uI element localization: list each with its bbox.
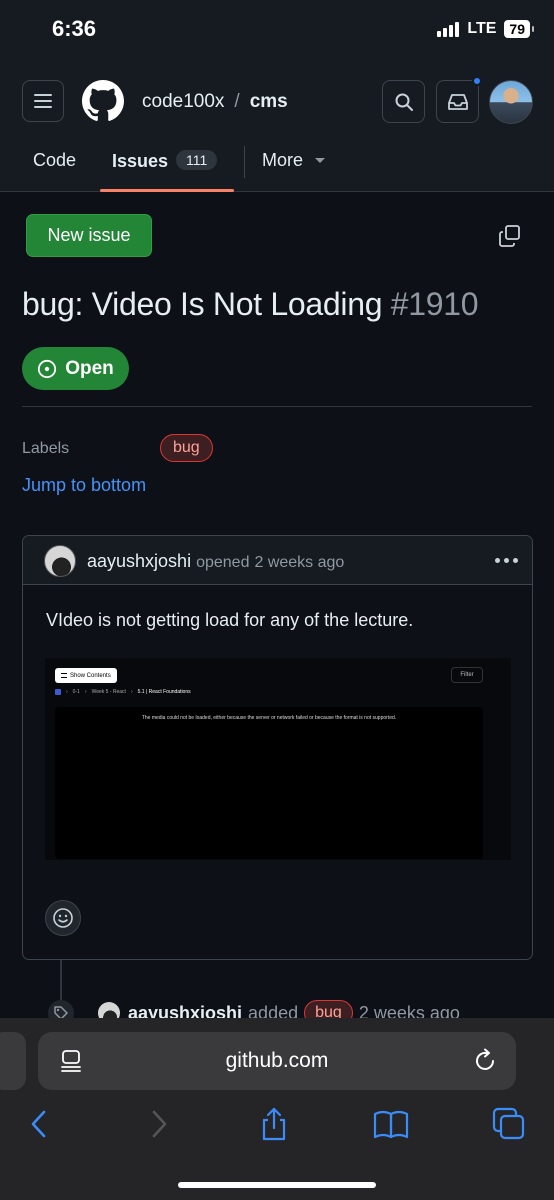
- search-button[interactable]: [382, 80, 425, 123]
- reload-icon[interactable]: [474, 1048, 498, 1074]
- chevron-down-icon: [315, 158, 326, 163]
- comment-timestamp[interactable]: 2 weeks ago: [254, 554, 344, 571]
- section-divider: [22, 406, 532, 407]
- screenshot-show-contents-button: Show Contents: [55, 668, 117, 683]
- tab-divider: [244, 146, 245, 178]
- issues-count-badge: 111: [176, 150, 218, 170]
- issue-open-icon: [38, 359, 57, 378]
- tab-code[interactable]: Code: [33, 150, 76, 171]
- comment-author-line: aayushxjoshi opened 2 weeks ago: [87, 551, 344, 572]
- repo-tabs: Code Issues 111 More: [0, 140, 554, 192]
- jump-to-bottom-link[interactable]: Jump to bottom: [22, 475, 146, 496]
- comment-action: opened: [196, 554, 250, 571]
- forward-icon[interactable]: [140, 1106, 176, 1142]
- add-reaction-button[interactable]: [45, 900, 81, 936]
- issue-page: New issue bug: Video Is Not Loading #191…: [0, 192, 554, 1026]
- tab-issues-label: Issues: [112, 151, 169, 171]
- path-separator: /: [234, 91, 240, 112]
- status-time: 6:36: [52, 16, 97, 41]
- tab-more-label: More: [262, 150, 304, 170]
- screenshot-crumb-1: 0-1: [72, 689, 80, 695]
- inbox-icon: [447, 93, 468, 110]
- smiley-icon: [53, 908, 73, 928]
- screenshot-crumb-2: Week 5 - React: [91, 689, 126, 695]
- attached-screenshot[interactable]: Show Contents Filter › 0-1 › Week 5 - Re…: [45, 658, 511, 860]
- home-icon: [55, 689, 61, 695]
- comment-body-text: VIdeo is not getting load for any of the…: [46, 610, 414, 630]
- repo-header: code100x / cms Code Issues 111 More: [0, 58, 554, 192]
- new-issue-button[interactable]: New issue: [26, 214, 152, 257]
- screenshot-video-player: The media could not be loaded, either be…: [55, 707, 483, 859]
- share-icon[interactable]: [256, 1106, 292, 1142]
- address-bar[interactable]: github.com: [38, 1032, 516, 1090]
- issue-state-label: Open: [65, 357, 114, 379]
- screenshot-breadcrumb: › 0-1 › Week 5 - React › 5.1 | React Fou…: [55, 689, 191, 695]
- browser-chrome: github.com: [0, 1018, 554, 1200]
- issue-number: #1910: [390, 286, 479, 322]
- repo-path: code100x / cms: [142, 91, 288, 113]
- issue-comment: aayushxjoshi opened 2 weeks ago VIdeo is…: [22, 535, 533, 960]
- issue-title: bug: Video Is Not Loading #1910: [22, 286, 479, 323]
- menu-icon: [61, 673, 67, 678]
- screenshot-show-contents-label: Show Contents: [70, 672, 111, 679]
- issue-state-badge: Open: [22, 347, 129, 390]
- battery-icon: 79: [504, 20, 534, 38]
- screenshot-filter-button: Filter: [451, 667, 483, 683]
- home-indicator[interactable]: [178, 1182, 376, 1188]
- hamburger-menu-button[interactable]: [22, 80, 64, 122]
- browser-toolbar: [0, 1106, 554, 1150]
- comment-header: aayushxjoshi opened 2 weeks ago: [23, 536, 532, 585]
- github-logo-icon[interactable]: [82, 80, 124, 122]
- tabs-icon[interactable]: [491, 1106, 527, 1142]
- copy-icon[interactable]: [498, 224, 522, 248]
- tab-more[interactable]: More: [262, 150, 326, 171]
- issue-title-text: bug: Video Is Not Loading: [22, 286, 383, 322]
- tab-issues[interactable]: Issues 111: [112, 150, 218, 172]
- user-avatar[interactable]: [489, 80, 533, 124]
- label-bug[interactable]: bug: [160, 434, 213, 462]
- screenshot-crumb-3: 5.1 | React Foundations: [137, 689, 191, 695]
- url-text: github.com: [225, 1049, 329, 1072]
- repo-owner-link[interactable]: code100x: [142, 91, 224, 112]
- labels-heading: Labels: [22, 440, 70, 457]
- status-indicators: LTE 79: [437, 20, 534, 38]
- search-icon: [395, 93, 413, 111]
- bookmarks-icon[interactable]: [373, 1106, 409, 1142]
- unread-notification-dot: [472, 76, 482, 86]
- previous-tab-preview[interactable]: [0, 1032, 26, 1090]
- signal-icon: [437, 21, 460, 37]
- network-type: LTE: [467, 20, 497, 37]
- repo-name-link[interactable]: cms: [250, 91, 288, 112]
- screenshot-error-message: The media could not be loaded, either be…: [141, 715, 397, 721]
- comment-author-avatar[interactable]: [44, 545, 76, 577]
- comment-options-icon[interactable]: [495, 558, 518, 563]
- comment-author-link[interactable]: aayushxjoshi: [87, 551, 191, 571]
- back-icon[interactable]: [22, 1106, 58, 1142]
- status-bar: 6:36 LTE 79: [0, 0, 554, 58]
- inbox-button[interactable]: [436, 76, 482, 123]
